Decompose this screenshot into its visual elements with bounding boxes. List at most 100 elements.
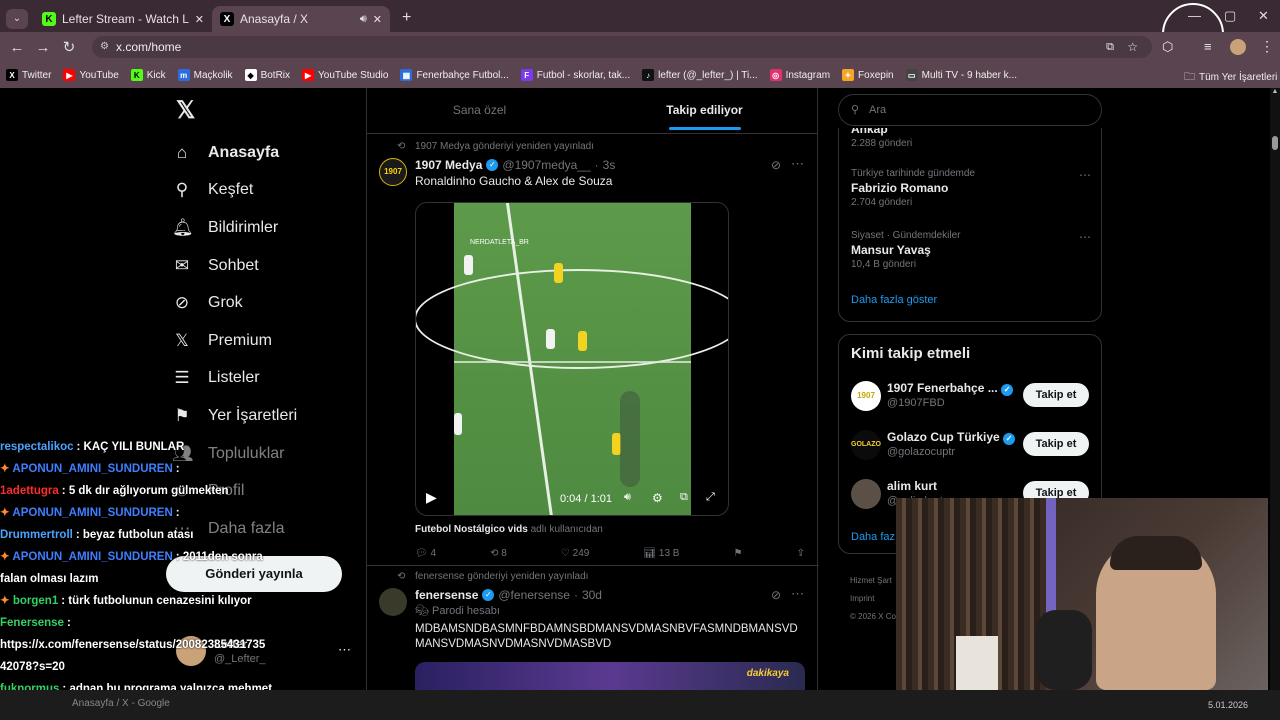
video-source[interactable]: Futebol Nostálgico vids adlı kullanıcıda… xyxy=(415,524,603,535)
tab-following[interactable]: Takip ediliyor xyxy=(592,88,817,133)
star-icon[interactable]: ☆ xyxy=(1127,36,1138,58)
like-button[interactable]: ♡ 249 xyxy=(561,548,589,559)
post-1907-medya[interactable]: ⟲ 1907 Medya gönderiyi yeniden yayınladı … xyxy=(367,140,819,566)
grok-icon[interactable]: ⊘ xyxy=(771,588,781,602)
nav-item-mail[interactable]: ✉ Sohbet xyxy=(172,247,362,285)
back-arrow-icon[interactable]: ← xyxy=(4,39,30,56)
tabs-menu-icon[interactable]: ≡ xyxy=(1204,39,1212,54)
bookmark-item[interactable]: ◆ BotRix xyxy=(244,69,290,81)
repost-button[interactable]: ⟲ 8 xyxy=(490,548,507,559)
forward-arrow-icon[interactable]: → xyxy=(30,39,56,56)
bookmark-item[interactable]: ♪ lefter (@_lefter_) | Ti... xyxy=(642,69,758,81)
show-more-link[interactable]: Daha faz xyxy=(851,531,895,543)
search-input[interactable]: ⚲ Ara xyxy=(838,94,1102,126)
x-logo-icon[interactable]: 𝕏 xyxy=(172,88,362,134)
extensions-icon[interactable]: ⬡ xyxy=(1162,39,1173,55)
profile-avatar-icon[interactable] xyxy=(1230,39,1246,55)
chat-username[interactable]: APONUN_AMINI_SUNDUREN xyxy=(12,551,172,563)
all-bookmarks-folder[interactable]: 🗀 Tüm Yer İşaretleri xyxy=(1184,68,1277,87)
play-icon[interactable]: ▶ xyxy=(426,489,437,506)
new-tab-plus-icon[interactable]: + xyxy=(402,9,411,27)
tab-for-you[interactable]: Sana özel xyxy=(367,88,592,133)
nav-item-bell[interactable]: 🔔︎ Bildirimler xyxy=(172,209,362,247)
author-name[interactable]: fenersense xyxy=(415,588,478,602)
post-time[interactable]: 3s xyxy=(603,158,616,172)
volume-icon[interactable]: 🔊︎ xyxy=(624,491,631,504)
bookmark-item[interactable]: ▶ YouTube Studio xyxy=(302,69,388,81)
nav-item-list[interactable]: ☰ Listeler xyxy=(172,360,362,398)
kebab-menu-icon[interactable]: ⋮ xyxy=(1260,38,1274,55)
install-app-icon[interactable]: ⧉ xyxy=(1106,36,1114,58)
chat-username[interactable]: APONUN_AMINI_SUNDUREN xyxy=(12,507,172,519)
nav-item-grok[interactable]: ⊘ Grok xyxy=(172,284,362,322)
tab-search-chevron-icon[interactable]: ⌄ xyxy=(6,9,28,29)
bookmark-item[interactable]: ▶ YouTube xyxy=(63,69,119,81)
chat-username[interactable]: APONUN_AMINI_SUNDUREN xyxy=(12,463,172,475)
bookmark-item[interactable]: ◎ Instagram xyxy=(769,69,830,81)
avatar-1907-medya[interactable]: 1907 xyxy=(379,158,407,186)
post-time[interactable]: 30d xyxy=(582,588,602,602)
footer-link[interactable]: Hizmet Şart xyxy=(850,572,896,590)
bookmark-icon[interactable]: ⚑ xyxy=(734,548,743,559)
author-handle[interactable]: @fenersense xyxy=(498,588,570,602)
chat-username[interactable]: respectalikoc xyxy=(0,441,74,453)
maximize-icon[interactable]: ▢ xyxy=(1224,8,1236,24)
tab-x-home[interactable]: X Anasayfa / X 🔊︎ ✕ xyxy=(212,6,390,32)
settings-gear-icon[interactable]: ⚙ xyxy=(652,491,663,505)
author-name[interactable]: 1907 Medya xyxy=(415,158,482,172)
bookmark-item[interactable]: ▭ Multi TV - 9 haber k... xyxy=(905,69,1017,81)
footer-link[interactable]: Imprint xyxy=(850,590,896,608)
suggestion-row[interactable]: 1907 1907 Fenerbahçe ... ✓ @1907FBD Taki… xyxy=(839,379,1101,419)
follow-button[interactable]: Takip et xyxy=(1023,383,1089,407)
site-settings-icon[interactable]: ⚙ xyxy=(100,36,109,58)
chat-username[interactable]: Drummertroll xyxy=(0,529,73,541)
show-more-link[interactable]: Daha fazla göster xyxy=(851,294,937,306)
suggestion-row[interactable]: GOLAZO Golazo Cup Türkiye ✓ @golazocuptr… xyxy=(839,428,1101,468)
close-icon[interactable]: ✕ xyxy=(373,13,382,26)
tab-lefter-stream[interactable]: K Lefter Stream - Watch Live on K ✕ xyxy=(34,6,212,32)
bookmark-item[interactable]: K Kick xyxy=(130,69,166,81)
volume-slider[interactable] xyxy=(620,391,640,487)
bookmark-item[interactable]: ▦ Fenerbahçe Futbol... xyxy=(400,69,509,81)
views-button[interactable]: 📊︎ 13 B xyxy=(643,548,679,559)
more-dots-icon[interactable]: ⋯ xyxy=(791,586,804,602)
taskbar-app[interactable]: Anasayfa / X - Google xyxy=(72,698,170,709)
grok-icon: ⊘ xyxy=(174,293,190,313)
follow-button[interactable]: Takip et xyxy=(1023,432,1089,456)
more-dots-icon[interactable]: ⋯ xyxy=(1079,230,1091,244)
folder-icon: 🗀 xyxy=(1184,71,1195,83)
bookmark-item[interactable]: m Maçkolik xyxy=(177,69,233,81)
grok-icon[interactable]: ⊘ xyxy=(771,158,781,172)
nav-item-bookmark[interactable]: ⚑ Yer İşaretleri xyxy=(172,397,362,435)
window-close-icon[interactable]: ✕ xyxy=(1258,8,1269,24)
avatar-fenersense[interactable] xyxy=(379,588,407,616)
chat-username[interactable]: Fenersense xyxy=(0,617,64,629)
url-bar[interactable]: ⚙ x.com/home ⧉ ☆ xyxy=(92,36,1152,58)
bookmark-item[interactable]: ✦ Foxepin xyxy=(842,69,894,81)
nav-item-home[interactable]: ⌂ Anasayfa xyxy=(172,134,362,172)
bookmark-item[interactable]: F Futbol - skorlar, tak... xyxy=(520,69,630,81)
bookmark-item[interactable]: X Twitter xyxy=(6,69,51,81)
trend-item[interactable]: Ankap 2.288 gönderi xyxy=(851,128,912,149)
chat-username[interactable]: 1adettugra xyxy=(0,485,59,497)
scrollbar-thumb[interactable] xyxy=(1272,136,1278,150)
author-handle[interactable]: @1907medya__ xyxy=(502,158,590,172)
nav-item-search[interactable]: ⚲ Keşfet xyxy=(172,172,362,210)
page-scrollbar[interactable]: ▲ xyxy=(1270,88,1280,690)
more-dots-icon[interactable]: ⋯ xyxy=(791,156,804,172)
trend-item[interactable]: Siyaset · Gündemdekiler Mansur Yavaş 10,… xyxy=(851,230,1091,270)
fullscreen-icon[interactable]: ⤢ xyxy=(706,491,715,504)
reply-button[interactable]: 💬︎ 4 xyxy=(415,548,436,559)
chat-text: https://x.com/fenersense/status/20082385… xyxy=(0,639,266,651)
nav-item-x-premium[interactable]: 𝕏 Premium xyxy=(172,322,362,360)
pip-icon[interactable]: ⧉ xyxy=(680,491,688,504)
reload-icon[interactable]: ↻ xyxy=(56,38,82,56)
more-dots-icon[interactable]: ⋯ xyxy=(1079,168,1091,182)
video-player[interactable]: NERDATLETA_BR ▶ 0:04 / 1:01 🔊︎ ⚙ ⧉ ⤢ xyxy=(415,202,729,516)
speaker-icon[interactable]: 🔊︎ xyxy=(360,13,367,26)
close-icon[interactable]: ✕ xyxy=(195,13,204,26)
share-icon[interactable]: ⇪ xyxy=(797,548,805,559)
trend-item[interactable]: Türkiye tarihinde gündemde Fabrizio Roma… xyxy=(851,168,1091,208)
scroll-up-arrow-icon[interactable]: ▲ xyxy=(1270,88,1280,95)
chat-username[interactable]: borgen1 xyxy=(13,595,58,607)
